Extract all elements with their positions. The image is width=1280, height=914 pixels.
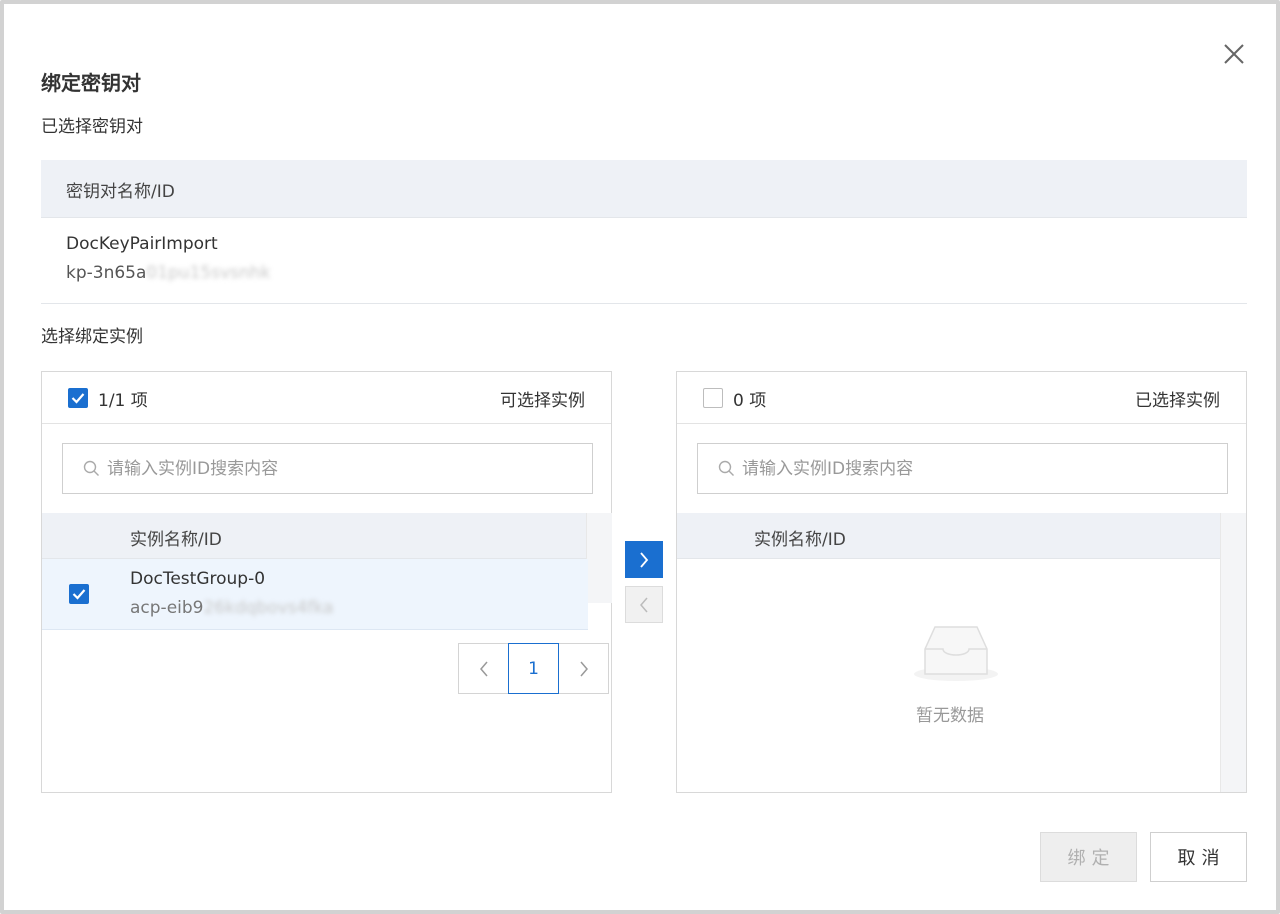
selected-count: 0 项	[733, 391, 767, 411]
search-icon	[718, 460, 734, 476]
available-scrollbar[interactable]	[586, 513, 612, 603]
chevron-right-icon	[579, 661, 588, 676]
available-list-header: 实例名称/ID	[42, 513, 586, 559]
empty-text: 暂无数据	[916, 706, 984, 726]
bind-keypair-dialog: 绑定密钥对 已选择密钥对 密钥对名称/ID DocKeyPairImport k…	[0, 0, 1280, 914]
select-all-available-checkbox[interactable]	[68, 388, 88, 408]
chevron-left-icon	[479, 661, 488, 676]
selected-list-header: 实例名称/ID	[677, 513, 1220, 559]
available-instances-panel: 1/1 项 可选择实例 实例名称/ID DocTestGroup-0 acp-e…	[41, 371, 612, 793]
selected-keypair-label: 已选择密钥对	[41, 117, 143, 137]
selected-panel-header: 0 项 已选择实例	[677, 372, 1246, 424]
keypair-name: DocKeyPairImport	[66, 234, 218, 254]
available-panel-title: 可选择实例	[500, 391, 585, 411]
selected-instances-panel: 0 项 已选择实例 实例名称/ID 暂无数据	[676, 371, 1247, 793]
close-icon[interactable]	[1218, 38, 1250, 70]
selected-panel-title: 已选择实例	[1135, 391, 1220, 411]
keypair-column-header: 密钥对名称/ID	[66, 182, 175, 202]
instance-id: acp-eib926kdqbovs4fka	[130, 598, 334, 618]
instance-id-redacted: 26kdqbovs4fka	[203, 598, 334, 618]
table-row[interactable]: DocTestGroup-0 acp-eib926kdqbovs4fka	[42, 559, 588, 630]
available-count: 1/1 项	[98, 391, 148, 411]
instance-checkbox[interactable]	[69, 584, 89, 604]
available-panel-header: 1/1 项 可选择实例	[42, 372, 611, 424]
selected-search-input[interactable]	[742, 454, 1212, 484]
keypair-row: DocKeyPairImport kp-3n65a01pu15svsnhk	[41, 218, 1247, 304]
selected-search	[697, 443, 1228, 494]
keypair-id: kp-3n65a01pu15svsnhk	[66, 263, 271, 283]
available-search	[62, 443, 593, 494]
move-left-button[interactable]	[625, 586, 663, 623]
select-instance-label: 选择绑定实例	[41, 327, 143, 347]
bind-button[interactable]: 绑定	[1040, 832, 1137, 882]
select-all-selected-checkbox[interactable]	[703, 388, 723, 408]
available-column-header: 实例名称/ID	[130, 530, 222, 550]
page-button-current[interactable]: 1	[508, 643, 559, 694]
search-icon	[83, 460, 99, 476]
cancel-button[interactable]: 取消	[1150, 832, 1247, 882]
empty-inbox-icon	[914, 626, 998, 681]
chevron-right-icon	[640, 551, 649, 568]
dialog-title: 绑定密钥对	[41, 71, 141, 95]
pagination: 1	[458, 643, 609, 694]
prev-page-button[interactable]	[458, 643, 509, 694]
chevron-left-icon	[640, 597, 648, 612]
keypair-table-header: 密钥对名称/ID	[41, 160, 1247, 218]
available-search-input[interactable]	[107, 454, 577, 484]
move-right-button[interactable]	[625, 541, 663, 578]
keypair-id-redacted: 01pu15svsnhk	[146, 263, 271, 283]
instance-name: DocTestGroup-0	[130, 569, 266, 589]
selected-column-header: 实例名称/ID	[754, 530, 846, 550]
next-page-button[interactable]	[558, 643, 609, 694]
selected-scrollbar[interactable]	[1220, 513, 1246, 792]
